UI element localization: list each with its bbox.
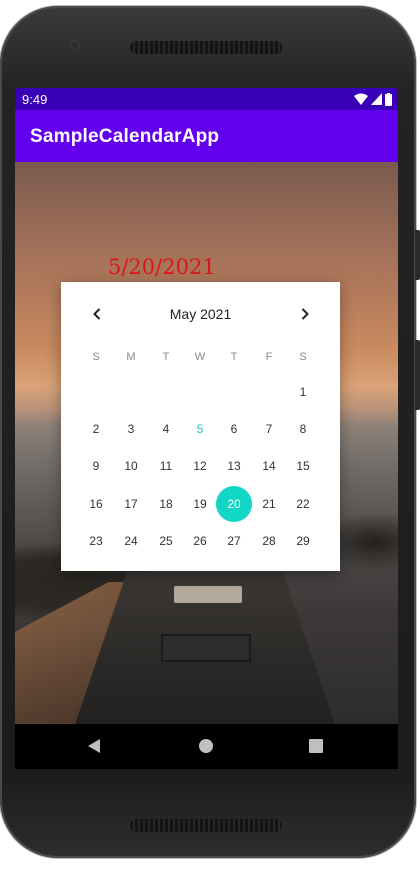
day-cell[interactable]: 8 [286, 412, 320, 446]
date-picker-dialog: May 2021 S M T W T F S 1 2 3 4 5 6 7 8 9 10 11 12 13 14 15 16 1… [61, 282, 340, 571]
weekday-label: W [194, 351, 206, 363]
day-cell[interactable]: 26 [183, 524, 217, 558]
wifi-icon [354, 93, 368, 105]
signal-icon [371, 93, 382, 105]
day-cell[interactable]: 29 [286, 524, 320, 558]
day-cell[interactable]: 13 [217, 449, 251, 483]
pier-hatch [174, 586, 242, 603]
pier-plate [161, 634, 251, 662]
day-cell[interactable]: 17 [114, 487, 148, 521]
home-circle-icon[interactable] [199, 739, 213, 753]
day-cell[interactable]: 5 [183, 412, 217, 446]
day-cell[interactable]: 12 [183, 449, 217, 483]
day-cell[interactable]: 27 [217, 524, 251, 558]
app-title: SampleCalendarApp [30, 126, 220, 147]
day-cell[interactable]: 22 [286, 487, 320, 521]
day-cell[interactable]: 9 [79, 449, 113, 483]
weekday-label: T [230, 351, 238, 363]
volume-button [415, 230, 420, 280]
day-cell[interactable]: 15 [286, 449, 320, 483]
app-bar: SampleCalendarApp [15, 110, 398, 162]
weekday-label: T [162, 351, 170, 363]
day-cell[interactable]: 18 [149, 487, 183, 521]
day-cell[interactable]: 23 [79, 524, 113, 558]
day-cell[interactable]: 1 [286, 375, 320, 409]
day-cell[interactable]: 25 [149, 524, 183, 558]
day-cell[interactable]: 3 [114, 412, 148, 446]
day-cell-selected[interactable]: 20 [216, 486, 252, 522]
day-cell[interactable]: 11 [149, 449, 183, 483]
navigation-bar [15, 724, 398, 769]
battery-icon [385, 92, 392, 106]
status-icons [354, 92, 392, 106]
recents-square-icon[interactable] [309, 739, 323, 753]
day-cell[interactable]: 28 [252, 524, 286, 558]
weekday-label: S [92, 351, 100, 363]
chevron-right-icon[interactable] [297, 306, 313, 322]
status-time: 9:49 [22, 92, 48, 107]
power-button [415, 340, 420, 410]
day-cell[interactable]: 4 [149, 412, 183, 446]
day-cell[interactable]: 6 [217, 412, 251, 446]
day-cell[interactable]: 19 [183, 487, 217, 521]
selected-date-text: 5/20/2021 [108, 255, 216, 279]
weekday-label: S [299, 351, 307, 363]
day-cell[interactable]: 21 [252, 487, 286, 521]
day-cell[interactable]: 24 [114, 524, 148, 558]
day-cell[interactable]: 7 [252, 412, 286, 446]
weekday-label: M [126, 351, 136, 363]
weekday-label: F [265, 351, 273, 363]
status-bar: 9:49 [15, 88, 398, 110]
bottom-speaker [130, 819, 282, 832]
day-cell[interactable]: 16 [79, 487, 113, 521]
front-camera [70, 40, 80, 50]
day-cell[interactable]: 2 [79, 412, 113, 446]
day-cell[interactable]: 10 [114, 449, 148, 483]
month-header: May 2021 [61, 282, 340, 346]
back-triangle-icon[interactable] [88, 739, 100, 753]
top-speaker [130, 41, 282, 54]
day-cell[interactable]: 14 [252, 449, 286, 483]
